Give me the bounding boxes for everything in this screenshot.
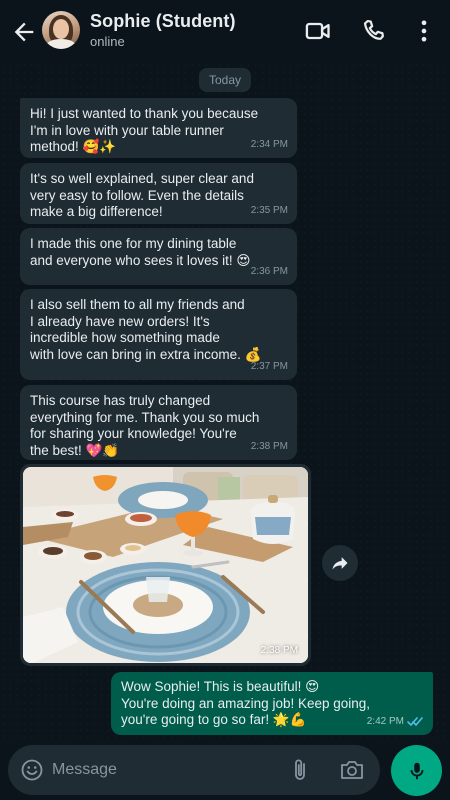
- message-text: Hi! I just wanted to thank you because I…: [30, 106, 259, 154]
- outgoing-message[interactable]: Wow Sophie! This is beautiful! 😍 You're …: [111, 672, 433, 735]
- incoming-message[interactable]: This course has truly changed everything…: [20, 385, 297, 460]
- forward-button[interactable]: [322, 545, 358, 581]
- message-time: 2:34 PM: [250, 138, 288, 150]
- message-text: This course has truly changed everything…: [30, 393, 260, 458]
- table-runner-photo[interactable]: 2:38 PM: [23, 467, 308, 663]
- message-time: 2:36 PM: [250, 265, 288, 277]
- contact-name[interactable]: Sophie (Student): [90, 11, 236, 32]
- message-input[interactable]: [52, 757, 272, 783]
- message-time: 2:35 PM: [250, 204, 288, 216]
- double-check-icon: [407, 717, 423, 727]
- incoming-message[interactable]: Hi! I just wanted to thank you because I…: [20, 98, 297, 158]
- phone-icon[interactable]: [360, 17, 388, 45]
- incoming-message[interactable]: It's so well explained, super clear and …: [20, 163, 297, 224]
- forward-icon: [332, 557, 348, 570]
- contact-status: online: [90, 34, 125, 49]
- chat-header: Sophie (Student) online: [0, 0, 450, 62]
- incoming-message[interactable]: I also sell them to all my friends and I…: [20, 289, 297, 380]
- video-camera-icon[interactable]: [304, 17, 332, 45]
- message-time: 2:38 PM: [250, 440, 288, 452]
- message-time: 2:42 PM: [366, 715, 404, 727]
- camera-icon[interactable]: [339, 758, 365, 782]
- microphone-button[interactable]: [391, 745, 442, 796]
- photo-illustration: [23, 467, 308, 663]
- microphone-icon: [410, 762, 423, 779]
- more-vert-icon[interactable]: [410, 17, 438, 45]
- paperclip-icon[interactable]: [288, 757, 312, 783]
- message-meta: 2:42 PM: [367, 714, 423, 731]
- chat-area[interactable]: Today Hi! I just wanted to thank you bec…: [0, 62, 450, 738]
- message-composer: [8, 745, 380, 795]
- message-text: I also sell them to all my friends and I…: [30, 297, 262, 362]
- message-text: I made this one for my dining table and …: [30, 236, 251, 268]
- emoji-icon[interactable]: [20, 758, 44, 782]
- avatar[interactable]: [42, 11, 80, 49]
- image-time: 2:38 PM: [260, 645, 298, 656]
- image-message[interactable]: 2:38 PM: [20, 464, 311, 666]
- arrow-left-icon[interactable]: [10, 18, 38, 46]
- incoming-message[interactable]: I made this one for my dining table and …: [20, 228, 297, 285]
- date-separator: Today: [199, 68, 251, 92]
- message-time: 2:37 PM: [250, 360, 288, 372]
- message-text: It's so well explained, super clear and …: [30, 171, 254, 219]
